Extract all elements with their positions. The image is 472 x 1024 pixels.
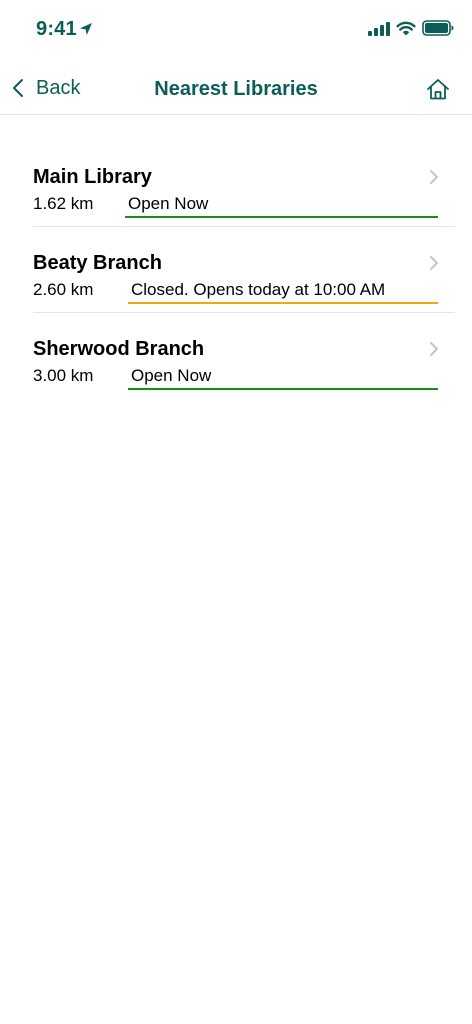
library-name: Sherwood Branch [33, 338, 205, 360]
cellular-signal-icon [368, 22, 390, 36]
library-distance: 2.60 km [33, 280, 94, 299]
wifi-icon [396, 21, 416, 36]
library-row-beaty-branch[interactable]: Beaty Branch 2.60 km Closed. Opens today… [33, 227, 455, 313]
chevron-right-icon [430, 170, 438, 184]
battery-icon [422, 20, 454, 36]
page-title: Nearest Libraries [154, 78, 318, 100]
library-row-main-library[interactable]: Main Library 1.62 km Open Now [33, 141, 455, 227]
status-bar: 9:41 [0, 0, 472, 60]
chevron-right-icon [430, 256, 438, 270]
library-row-sherwood-branch[interactable]: Sherwood Branch 3.00 km Open Now [33, 313, 455, 399]
library-status: Open Now [128, 365, 438, 390]
library-status: Closed. Opens today at 10:00 AM [128, 279, 438, 304]
library-list: Main Library 1.62 km Open Now Beaty Bran… [0, 141, 472, 399]
screen: 9:41 Back Nearest Libraries Main Library… [0, 0, 472, 1024]
library-distance: 3.00 km [33, 366, 94, 385]
library-name: Main Library [33, 166, 152, 188]
library-name: Beaty Branch [33, 252, 162, 274]
navigation-bar: Back Nearest Libraries [0, 60, 472, 115]
home-button[interactable] [421, 74, 455, 104]
location-arrow-icon [80, 23, 92, 35]
library-distance: 1.62 km [33, 194, 94, 213]
library-status: Open Now [125, 193, 438, 218]
chevron-right-icon [430, 342, 438, 356]
status-time: 9:41 [36, 18, 77, 40]
home-icon [427, 79, 449, 100]
